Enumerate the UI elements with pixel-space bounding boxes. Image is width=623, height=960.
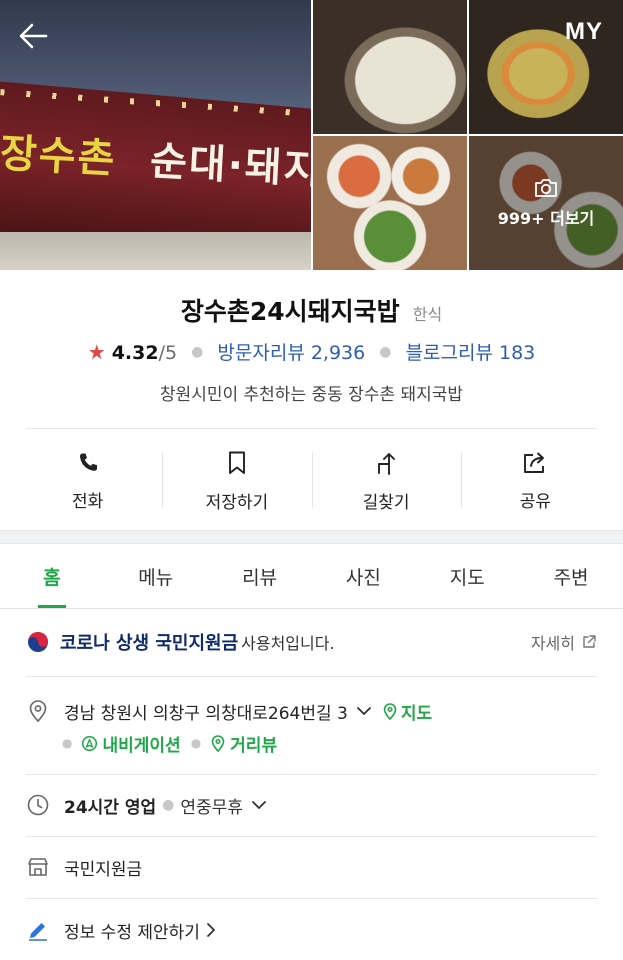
food-photo-side-dishes[interactable] (313, 136, 467, 270)
star-icon: ★ (87, 340, 106, 364)
navigation-icon (82, 735, 98, 751)
more-photos-button[interactable]: 999+ 더보기 (469, 136, 623, 270)
location-pin-icon (29, 700, 47, 723)
tab-nearby[interactable]: 주변 (519, 545, 623, 608)
photo-ground (0, 232, 311, 270)
taegeuk-icon (28, 632, 48, 652)
my-button[interactable]: MY (565, 18, 603, 46)
photo-gallery: 장수촌 순대·돼지국 999+ 더보기 MY (0, 0, 623, 270)
rating-max: /5 (158, 342, 178, 364)
corona-support-strong: 코로나 상생 국민지원금 (60, 633, 239, 654)
detail-label: 자세히 (530, 634, 575, 653)
external-link-icon (583, 635, 596, 648)
divider (26, 774, 597, 775)
share-icon (524, 452, 545, 473)
hours-label: 24시간 영업 (64, 797, 157, 818)
chevron-down-icon[interactable] (356, 705, 372, 717)
edit-suggestion-row[interactable]: 정보 수정 제안하기 (26, 910, 597, 950)
street-view-pin-icon (211, 735, 225, 752)
place-title-row: 장수촌24시돼지국밥 한식 (0, 292, 623, 328)
map-label: 지도 (400, 703, 433, 724)
support-label: 국민지원금 (64, 859, 143, 880)
blog-reviews-link[interactable]: 블로그리뷰 183 (406, 342, 536, 364)
corona-support-text: 코로나 상생 국민지원금 사용처입니다. (60, 629, 335, 655)
separator-dot: ● (190, 736, 202, 750)
pencil-icon (29, 923, 47, 941)
store-icon (28, 858, 48, 876)
rating-row: ★ 4.32/5 ● 방문자리뷰 2,936 ● 블로그리뷰 183 (0, 338, 623, 365)
tab-menu[interactable]: 메뉴 (104, 545, 208, 608)
rating-value: 4.32 (111, 342, 159, 364)
camera-icon (535, 179, 557, 197)
directions-icon (378, 452, 396, 475)
visitor-reviews-link[interactable]: 방문자리뷰 2,936 (217, 342, 365, 364)
place-name: 장수촌24시돼지국밥 (180, 297, 400, 326)
street-view-label: 거리뷰 (230, 735, 278, 756)
business-hours-row[interactable]: 24시간 영업 ● 연중무휴 (26, 785, 597, 825)
bookmark-icon (228, 451, 245, 474)
divider (26, 428, 597, 429)
divider (26, 898, 597, 899)
map-link[interactable]: 지도 (382, 699, 432, 724)
directions-button[interactable]: 길찾기 (311, 444, 461, 518)
share-label: 공유 (519, 491, 552, 512)
tab-home[interactable]: 홈 (0, 545, 104, 608)
separator-dot: ● (62, 736, 73, 750)
detail-link[interactable]: 자세히 (531, 630, 597, 654)
tab-reviews[interactable]: 리뷰 (208, 545, 312, 608)
food-photo-soup[interactable] (313, 0, 467, 134)
chevron-down-icon[interactable] (251, 799, 267, 811)
sign-text-main: 장수촌 (0, 130, 118, 183)
divider (26, 676, 597, 677)
directions-label: 길찾기 (362, 492, 410, 513)
call-label: 전화 (71, 491, 104, 512)
hours-extra: 연중무휴 (180, 797, 243, 818)
separator-dot: ● (379, 344, 392, 360)
save-button[interactable]: 저장하기 (162, 444, 311, 518)
address-text[interactable]: 경남 창원시 의창구 의창대로264번길 3 (64, 699, 348, 724)
tab-map[interactable]: 지도 (415, 545, 519, 608)
tab-photos[interactable]: 사진 (311, 545, 415, 608)
tab-bar: 홈 메뉴 리뷰 사진 지도 주변 (0, 545, 623, 609)
street-view-link[interactable]: 거리뷰 (210, 731, 277, 756)
more-photos-label: 999+ 더보기 (497, 209, 595, 228)
sign-text-sub: 순대·돼지국 (148, 138, 311, 196)
call-button[interactable]: 전화 (13, 444, 162, 518)
navigation-link[interactable]: 내비게이션 (81, 731, 181, 756)
edit-suggestion-link[interactable]: 정보 수정 제안하기 (64, 918, 216, 943)
place-category: 한식 (412, 305, 443, 324)
navigation-links-row: ● 내비게이션 ● 거리뷰 (62, 728, 597, 758)
corona-support-rest: 사용처입니다. (241, 634, 335, 653)
arrow-left-icon[interactable] (16, 18, 52, 54)
national-support-row: 국민지원금 (26, 847, 597, 887)
place-description: 창원시민이 추천하는 중동 장수촌 돼지국밥 (159, 385, 464, 405)
separator-dot: ● (162, 797, 175, 813)
section-separator (0, 530, 623, 544)
save-label: 저장하기 (205, 492, 269, 513)
action-bar: 전화 저장하기 길찾기 공유 (13, 444, 610, 518)
navigation-label: 내비게이션 (102, 735, 181, 756)
phone-icon (79, 453, 97, 471)
divider (26, 836, 597, 837)
map-pin-icon (383, 703, 397, 720)
edit-label: 정보 수정 제안하기 (64, 922, 200, 943)
address-row: 경남 창원시 의창구 의창대로264번길 3 지도 (26, 693, 597, 729)
chevron-right-icon (207, 923, 215, 937)
share-button[interactable]: 공유 (460, 444, 610, 518)
corona-support-row: 코로나 상생 국민지원금 사용처입니다. 자세히 (26, 620, 597, 664)
clock-icon (27, 794, 49, 816)
separator-dot: ● (191, 344, 204, 360)
